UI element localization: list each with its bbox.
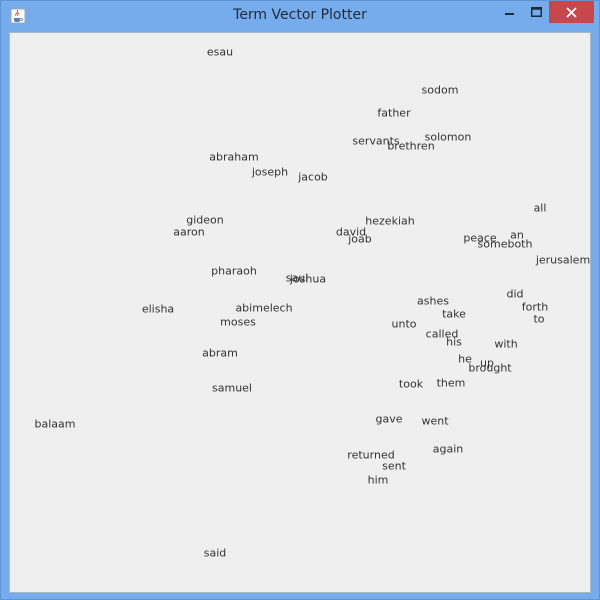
term-label: his [446,335,462,349]
term-label: moses [220,315,256,329]
app-window: Term Vector Plotter esau sodom father serva… [0,0,600,600]
term-label: abimelech [235,301,293,315]
term-label: went [421,414,449,428]
term-label: to [533,312,545,326]
term-label: brought [468,361,512,375]
close-icon [566,6,577,18]
maximize-button[interactable] [523,1,549,23]
term-label: sodom [421,83,459,97]
term-label: pharaoh [211,264,257,278]
term-label: take [442,307,466,321]
term-label: abraham [209,150,259,164]
term-label: aaron [173,225,205,239]
term-label: said [203,546,227,560]
term-label: with [494,337,518,351]
term-label: again [432,442,464,456]
maximize-icon [530,7,542,17]
term-label: brethren [387,139,435,153]
term-label: ashes [417,294,449,308]
term-label: abram [202,346,238,360]
term-label: joshua [289,272,327,286]
term-label: took [398,377,424,391]
term-label: sent [382,459,406,473]
term-label: unto [391,317,417,331]
term-label: gave [375,412,403,426]
term-label: esau [206,45,234,59]
term-label: did [506,287,524,301]
term-label: someboth [477,237,533,251]
term-label: them [436,376,466,390]
term-label: hezekiah [365,214,415,228]
term-label: forth [521,300,549,314]
close-button[interactable] [549,1,594,23]
minimize-icon [505,13,514,15]
term-label: joseph [251,165,289,179]
term-label: jerusalem [535,253,591,267]
term-label: father [377,106,411,120]
title-bar[interactable]: Term Vector Plotter [1,1,599,31]
term-label: him [367,473,389,487]
minimize-button[interactable] [497,1,523,23]
term-label: elisha [141,302,175,316]
term-label: all [533,201,547,215]
term-label: balaam [34,417,76,431]
term-label: samuel [212,381,252,395]
term-label: jacob [298,170,328,184]
term-label: gideon [186,213,224,227]
term-label: joab [348,232,372,246]
term-plot-canvas: esau sodom father servants solomon brethren ab… [9,32,591,593]
